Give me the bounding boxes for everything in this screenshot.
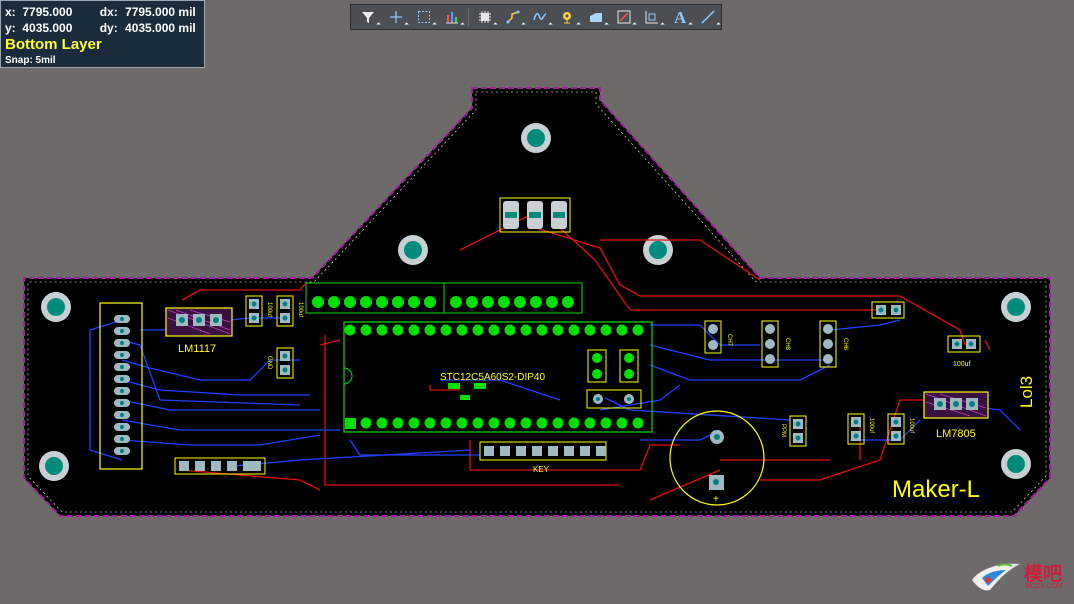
diff-pair-tool[interactable] — [528, 6, 554, 28]
cross-probe-tool[interactable] — [383, 6, 409, 28]
current-layer: Bottom Layer — [5, 36, 102, 53]
polygon-tool[interactable] — [583, 6, 609, 28]
dimension-tool[interactable] — [639, 6, 665, 28]
text-icon: A — [673, 7, 687, 27]
polygon-icon — [590, 13, 603, 22]
svg-text:100uf: 100uf — [297, 302, 303, 317]
svg-text:CH8: CH8 — [784, 338, 790, 351]
key-label: KEY — [533, 465, 550, 474]
via-icon — [563, 12, 572, 24]
select-tool[interactable] — [411, 6, 437, 28]
svg-text:100uf: 100uf — [266, 302, 272, 317]
watermark-subtext: MOZ8.COM — [1025, 583, 1063, 590]
snap-setting: Snap: 5mil — [5, 55, 56, 66]
svg-text:+: + — [713, 494, 719, 505]
filter-tool[interactable] — [355, 6, 381, 28]
y-label: y: — [5, 21, 16, 35]
x-label: x: — [5, 5, 16, 19]
lol-label: Lol3 — [1017, 376, 1036, 408]
dotted-rect-icon — [417, 11, 430, 23]
watermark-logo: 模吧 MOZ8.COM — [968, 556, 1072, 600]
y-value: 4035.000 — [22, 21, 73, 35]
plus-icon — [389, 11, 402, 23]
via-tool[interactable] — [555, 6, 581, 28]
svg-text:PPM: PPM — [780, 424, 786, 437]
dimension-icon — [645, 11, 659, 24]
route-tool[interactable] — [500, 6, 526, 28]
lm1117-label: LM1117 — [178, 343, 216, 355]
svg-text:100uf: 100uf — [953, 361, 971, 368]
svg-text:CH7: CH7 — [726, 334, 732, 347]
toolbar-separator — [467, 8, 469, 26]
wave-icon — [533, 13, 547, 21]
string-tool[interactable]: A — [667, 6, 693, 28]
dx-label: dx: — [99, 5, 118, 19]
dy-value: 4035.000 mil — [125, 21, 196, 35]
align-tool[interactable] — [439, 6, 465, 28]
chip-icon — [478, 11, 491, 23]
maker-label: Maker-L — [892, 476, 980, 503]
x-value: 7795.000 — [22, 5, 73, 19]
pcb-canvas[interactable]: LM1117 100uf 100uf GND STC12C5A60S2-DIP4… — [0, 0, 1074, 604]
filter-icon — [361, 12, 374, 23]
bar-chart-icon — [445, 12, 458, 24]
route-icon — [506, 10, 520, 24]
active-bar-toolbar: A — [350, 4, 722, 30]
mcu-label: STC12C5A60S2-DIP40 — [440, 372, 545, 383]
watermark-text: 模吧 — [1024, 564, 1063, 585]
line-icon — [701, 10, 715, 24]
coordinate-panel: x: 7795.000 dx: 7795.000 mil y: 4035.000… — [0, 0, 205, 68]
dy-label: dy: — [99, 21, 118, 35]
svg-text:GND: GND — [266, 356, 272, 370]
lm7805-label: LM7805 — [936, 428, 976, 440]
line-tool[interactable] — [695, 6, 721, 28]
switch-pads[interactable] — [499, 197, 571, 233]
svg-text:100uf: 100uf — [908, 418, 914, 433]
keepout-icon — [617, 10, 631, 24]
keepout-tool[interactable] — [611, 6, 637, 28]
component-tool[interactable] — [472, 6, 498, 28]
svg-text:CH6: CH6 — [842, 338, 848, 351]
svg-text:100uf: 100uf — [868, 418, 874, 433]
dx-value: 7795.000 mil — [125, 5, 196, 19]
model-plane-logo-icon — [971, 563, 1021, 591]
